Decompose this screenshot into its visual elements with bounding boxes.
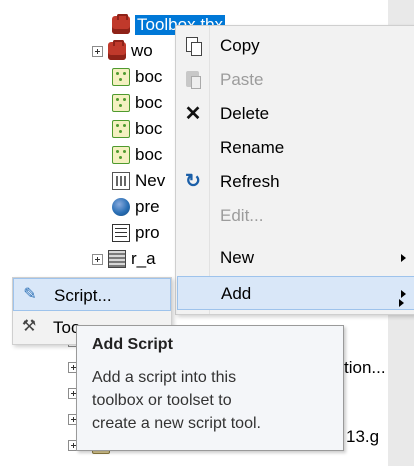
menu-item-label: Rename	[220, 138, 285, 157]
hammer-icon: ⚒	[21, 318, 37, 335]
paste-icon	[186, 71, 201, 89]
model-tool-icon	[112, 94, 130, 112]
tree-item[interactable]: boc	[112, 142, 162, 168]
tooltip-body: Add a script into this toolbox or toolse…	[92, 366, 340, 435]
menu-item-refresh[interactable]: ↻ Refresh	[176, 165, 414, 199]
tree-item-label: Nev	[135, 171, 166, 190]
menu-item-label: Copy	[220, 36, 260, 55]
menu-item-edit[interactable]: Edit...	[176, 199, 414, 233]
tree-item-partial[interactable]: 13.g	[346, 424, 379, 450]
tree-item-label: r_a	[131, 249, 156, 268]
menu-item-hidden[interactable]	[176, 311, 414, 315]
tree-item[interactable]: pro	[112, 220, 160, 246]
tree-item-label: boc	[135, 119, 163, 138]
menu-item-copy[interactable]: Copy	[176, 29, 414, 63]
tree-item-label: wo	[131, 41, 153, 60]
tooltip: Add Script Add a script into this toolbo…	[76, 325, 344, 451]
tree-item[interactable]: boc	[112, 90, 162, 116]
tree-item[interactable]: Nev	[112, 168, 165, 194]
menu-item-add[interactable]: Add	[177, 276, 414, 310]
tooltip-line: Add a script into this	[92, 369, 237, 386]
menu-item-label: Edit...	[220, 206, 264, 225]
tree-item-raster[interactable]: r_a	[92, 246, 156, 272]
tree-item-label: pre	[135, 197, 160, 216]
menu-item-new[interactable]: New	[176, 241, 414, 275]
tooltip-line: create a new script tool.	[92, 415, 261, 432]
submenu-arrow-icon	[401, 254, 406, 262]
model-tool-icon	[112, 146, 130, 164]
tree-item-label: boc	[135, 67, 163, 86]
submenu-arrow-icon	[399, 299, 404, 307]
submenu-item-label: Script...	[54, 286, 112, 305]
menu-item-label: New	[220, 248, 255, 267]
menu-item-label: Delete	[220, 104, 270, 123]
model-tool-icon	[112, 120, 130, 138]
refresh-icon: ↻	[185, 171, 201, 192]
menu-item-paste[interactable]: Paste	[176, 63, 414, 97]
tree-item-label: boc	[135, 145, 163, 164]
tooltip-line: toolbox or toolset to	[92, 392, 232, 409]
tree-item-label: 13.g	[346, 427, 380, 446]
context-menu: Copy Paste ✕ Delete Rename ↻ Refresh Edi…	[175, 25, 414, 315]
script-icon: ✎	[23, 286, 37, 303]
menu-item-label: Refresh	[220, 172, 280, 191]
model-tool-icon	[112, 68, 130, 86]
raster-icon	[108, 250, 126, 268]
toolbox-icon	[108, 40, 126, 60]
tooltip-title: Add Script	[92, 336, 173, 353]
table-icon	[112, 224, 130, 242]
globe-icon	[112, 198, 130, 216]
expand-icon[interactable]	[92, 45, 103, 57]
tree-item[interactable]: boc	[112, 64, 162, 90]
copy-icon	[186, 37, 202, 56]
tree-item-label: pro	[135, 223, 160, 242]
menu-item-label: Add	[221, 284, 252, 303]
menu-item-partial-label[interactable]: tion...	[344, 358, 386, 378]
tree-item-label: boc	[135, 93, 163, 112]
menu-item-label: Paste	[220, 70, 264, 89]
toolbox-icon	[112, 14, 130, 34]
tree-item-wo[interactable]: wo	[92, 38, 153, 64]
submenu-arrow-icon	[401, 290, 406, 298]
menu-item-rename[interactable]: Rename	[176, 131, 414, 165]
menu-item-delete[interactable]: ✕ Delete	[176, 97, 414, 131]
delete-icon: ✕	[184, 103, 202, 125]
expand-icon[interactable]	[92, 253, 103, 265]
tree-item[interactable]: pre	[112, 194, 160, 220]
grid-icon	[112, 172, 130, 190]
tree-item[interactable]: boc	[112, 116, 162, 142]
submenu-item-script[interactable]: ✎ Script...	[13, 278, 171, 311]
